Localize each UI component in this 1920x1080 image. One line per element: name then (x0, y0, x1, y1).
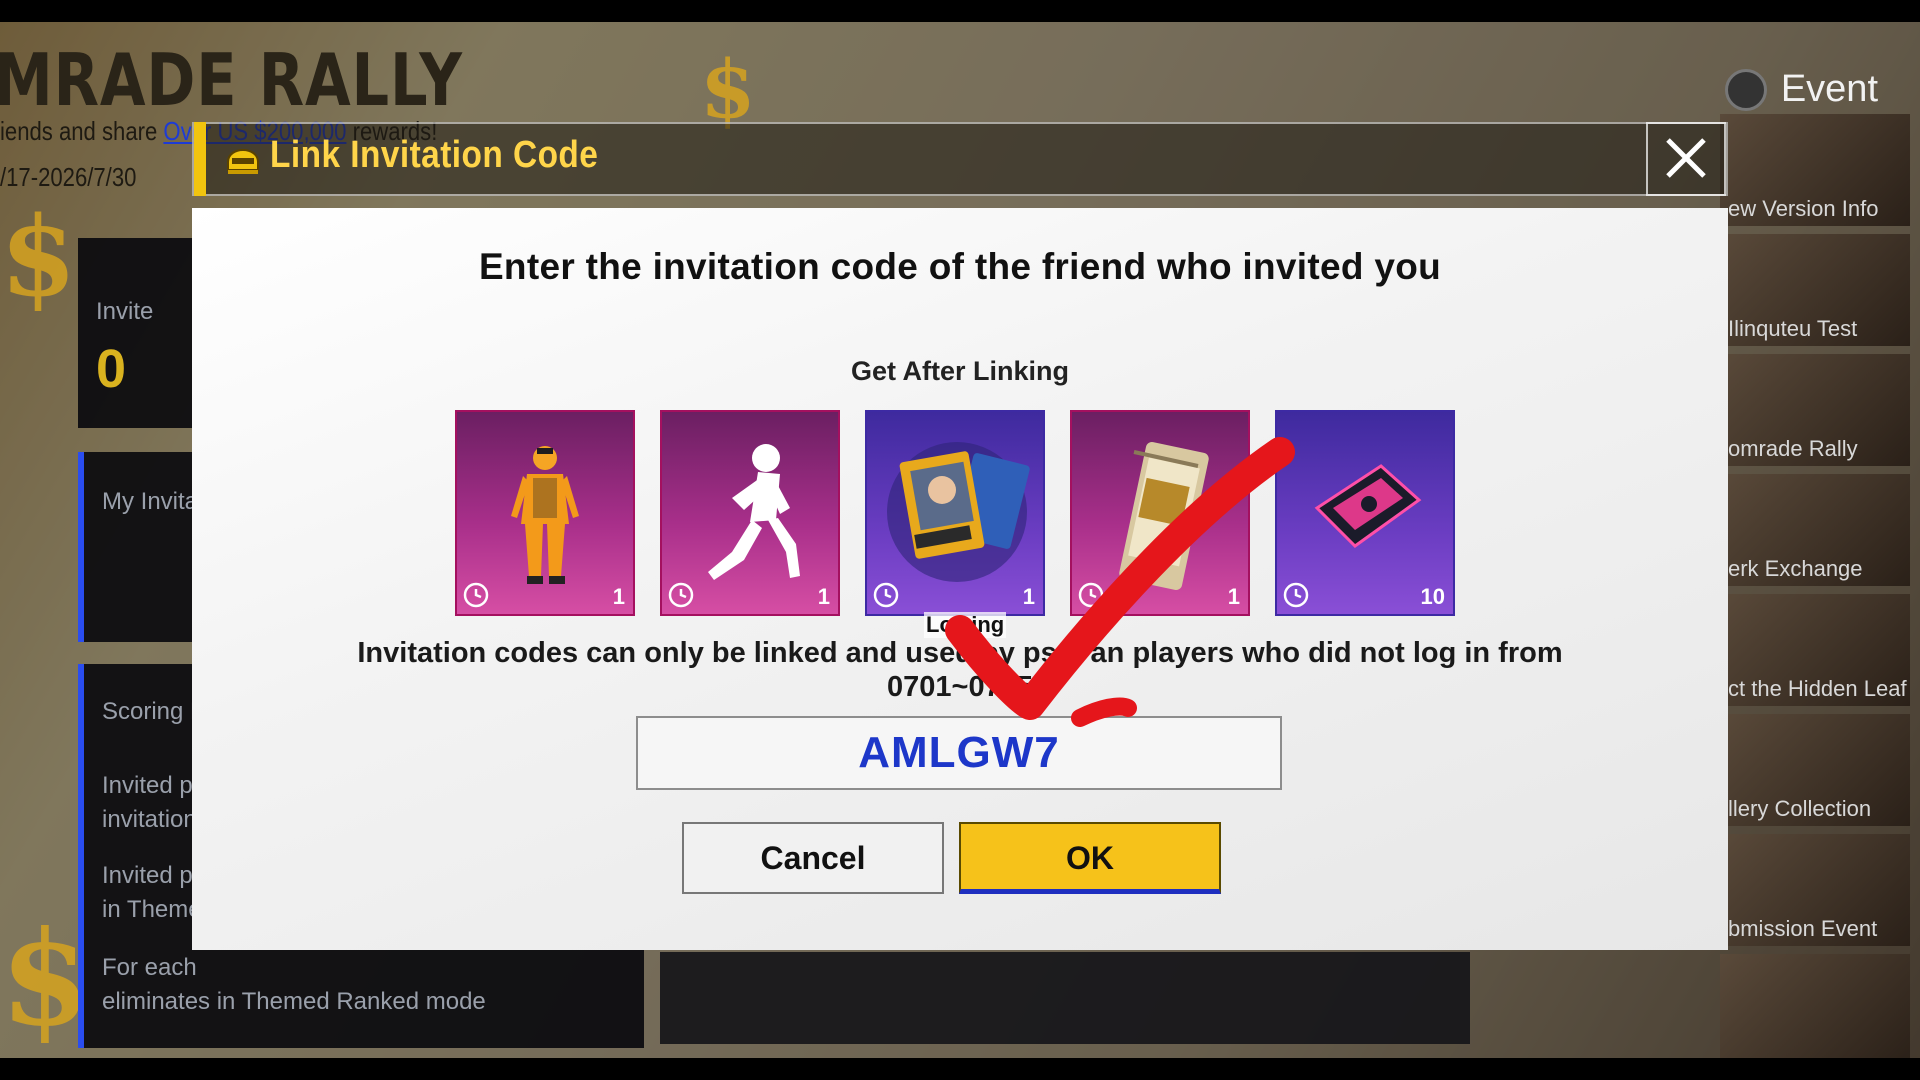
cancel-button[interactable]: Cancel (682, 822, 944, 894)
coin-icon: $ (0, 192, 77, 321)
eligibility-notice: Invitation codes can only be linked and … (192, 636, 1728, 704)
event-title: MRADE RALLY (0, 38, 463, 122)
reward-item-supply-pack[interactable]: 1 (1070, 410, 1250, 616)
sidebar-item[interactable]: ew Version Info (1720, 114, 1910, 226)
reward-quantity: 1 (1227, 584, 1240, 609)
clock-icon (1283, 582, 1309, 608)
clock-icon (873, 582, 899, 608)
sidebar-item[interactable] (1720, 954, 1910, 1058)
my-invites-panel[interactable]: My Invita (78, 452, 204, 642)
event-button[interactable]: Event (1724, 68, 1878, 111)
reward-item-orange-outfit[interactable]: 1 (455, 410, 635, 616)
dialog-title: Link Invitation Code (270, 134, 599, 176)
invite-count-panel: Invite 0 (78, 238, 198, 428)
close-icon (1666, 138, 1706, 178)
coin-icon: $ (0, 902, 91, 1055)
reward-item-emote[interactable]: 1 (660, 410, 840, 616)
rewards-row: 1 1 1 1 10 (455, 410, 1465, 620)
dialog-prompt: Enter the invitation code of the friend … (478, 246, 1442, 287)
clock-icon (463, 582, 489, 608)
close-button[interactable] (1646, 122, 1726, 196)
event-label: Event (1780, 68, 1878, 110)
reward-quantity: 1 (612, 584, 625, 609)
event-date-range: /17-2026/7/30 (0, 162, 137, 192)
header-accent-bar (194, 122, 206, 196)
clock-icon (668, 582, 694, 608)
reward-item-voice-card[interactable]: 1 (865, 410, 1045, 616)
sidebar-item[interactable]: llery Collection (1720, 714, 1910, 826)
ok-button[interactable]: OK (959, 822, 1221, 894)
notice-line-2: 0701~0715 (887, 671, 1033, 703)
sidebar-item[interactable]: omrade Rally (1720, 354, 1910, 466)
event-sidebar: ew Version Info Ilinquteu Test omrade Ra… (1720, 114, 1910, 1058)
bottom-panel (660, 952, 1470, 1044)
invitation-code-input[interactable]: AMLGW7 (636, 716, 1282, 790)
reward-item-ticket[interactable]: 10 (1275, 410, 1455, 616)
loading-indicator: Loa ing (924, 612, 1007, 638)
reward-quantity: 10 (1420, 584, 1445, 609)
dialog-header: Link Invitation Code (192, 122, 1728, 196)
event-icon (1724, 68, 1767, 111)
reward-quantity: 1 (817, 584, 830, 609)
sidebar-item[interactable]: bmission Event (1720, 834, 1910, 946)
helmet-icon (227, 149, 259, 174)
sidebar-item[interactable]: ct the Hidden Leaf (1720, 594, 1910, 706)
sidebar-item[interactable]: Ilinquteu Test (1720, 234, 1910, 346)
clock-icon (1078, 582, 1104, 608)
sidebar-item[interactable]: erk Exchange (1720, 474, 1910, 586)
link-code-dialog: Enter the invitation code of the friend … (192, 208, 1728, 950)
notice-line-1: Invitation codes can only be linked and … (357, 637, 1563, 669)
rewards-label: Get After Linking (850, 356, 1069, 386)
reward-quantity: 1 (1022, 584, 1035, 609)
